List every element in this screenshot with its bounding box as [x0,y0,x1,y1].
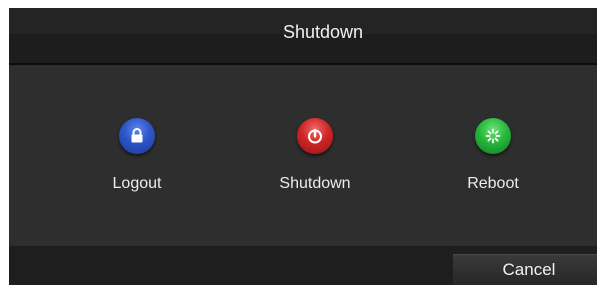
reboot-label: Reboot [467,175,519,192]
logout-button[interactable]: Logout [69,118,209,198]
power-icon [297,118,333,154]
logout-label: Logout [112,175,162,192]
dialog-title: Shutdown [282,22,364,42]
dialog-titlebar: Shutdown [9,8,597,65]
restart-icon [475,118,511,154]
cancel-button[interactable]: Cancel [453,254,597,285]
reboot-button[interactable]: Reboot [425,118,565,198]
shutdown-label: Shutdown [279,175,351,192]
lock-icon [119,118,155,154]
dialog-body: Logout Shutdown Reboot [9,65,597,246]
shutdown-button[interactable]: Shutdown [247,118,387,198]
shutdown-dialog: Shutdown Logout Shutdown Reboot Cancel [9,8,597,285]
dialog-footer: Cancel [9,246,597,285]
